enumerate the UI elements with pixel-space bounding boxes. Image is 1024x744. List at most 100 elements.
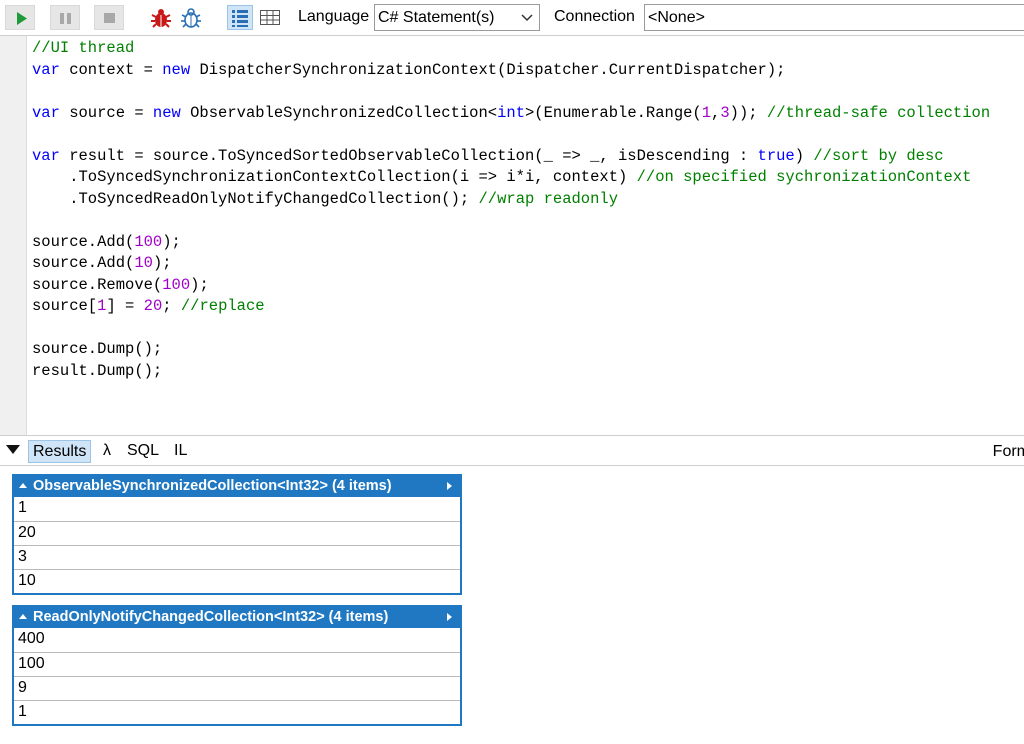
code-line[interactable]: source.Remove(100);: [32, 275, 990, 297]
code-line[interactable]: source[1] = 20; //replace: [32, 296, 990, 318]
format-menu[interactable]: Form: [993, 443, 1024, 461]
code-token: 1: [701, 103, 712, 122]
table-row: 1: [14, 700, 460, 724]
rich-text-view-icon: [232, 10, 248, 27]
code-token: int: [497, 103, 525, 122]
code-token: >(Enumerable.Range(: [525, 103, 702, 122]
code-editor[interactable]: //UI thread var context = new DispatcherS…: [0, 35, 1024, 436]
bug-red-icon: [151, 9, 171, 28]
code-token: source.Remove(: [32, 275, 163, 294]
code-token: context =: [59, 60, 163, 79]
code-line[interactable]: [32, 210, 990, 232]
code-token: );: [190, 275, 209, 294]
code-line[interactable]: //UI thread: [32, 38, 990, 60]
pause-button[interactable]: [50, 5, 80, 30]
code-line[interactable]: source.Dump();: [32, 339, 990, 361]
connection-select-value: <None>: [648, 9, 705, 26]
code-token: 3: [720, 103, 730, 122]
code-token: ;: [162, 297, 181, 315]
code-token: 100: [134, 232, 163, 251]
code-token: //on specified sychronizationContext: [636, 168, 972, 186]
toolbar: Language C# Statement(s) Connection <Non…: [0, 0, 1024, 35]
code-line[interactable]: var result = source.ToSyncedSortedObserv…: [32, 146, 990, 168]
code-token: //replace: [180, 297, 265, 315]
collection-header[interactable]: ObservableSynchronizedCollection<Int32> …: [14, 476, 460, 497]
bug-blue-icon: [181, 8, 201, 28]
expand-right-icon[interactable]: [447, 482, 452, 490]
results-output: ObservableSynchronizedCollection<Int32> …: [0, 466, 1024, 744]
table-row: 3: [14, 545, 460, 569]
language-label: Language: [298, 8, 370, 25]
collection-table: ReadOnlyNotifyChangedCollection<Int32> (…: [12, 605, 462, 726]
code-line[interactable]: source.Add(10);: [32, 253, 990, 275]
stop-icon: [104, 13, 115, 23]
code-token: //thread-safe collection: [766, 103, 991, 122]
tab-il[interactable]: IL: [170, 440, 191, 463]
debug-stepthrough-button[interactable]: [178, 5, 204, 30]
pause-icon: [60, 13, 71, 24]
code-text[interactable]: //UI thread var context = new DispatcherS…: [32, 38, 990, 382]
code-token: ): [794, 146, 814, 165]
collapse-results-icon[interactable]: [6, 445, 20, 454]
code-line[interactable]: [32, 124, 990, 146]
collapse-up-icon[interactable]: [19, 482, 27, 488]
table-row: 1: [18, 499, 27, 516]
code-line[interactable]: [32, 318, 990, 340]
table-row: 10: [14, 569, 460, 593]
code-token: source.Add(: [32, 232, 135, 251]
code-line[interactable]: source.Add(100);: [32, 232, 990, 254]
code-token: //wrap readonly: [478, 189, 619, 208]
results-tab-bar: Results λ SQL IL Form: [0, 435, 1024, 466]
grid-view-icon: [260, 10, 280, 25]
language-select[interactable]: C# Statement(s): [374, 4, 540, 31]
code-line[interactable]: [32, 81, 990, 103]
connection-select[interactable]: <None>: [644, 4, 1024, 31]
code-token: //sort by desc: [813, 146, 944, 165]
table-row: 400: [18, 630, 45, 647]
debug-break-button[interactable]: [148, 5, 174, 30]
code-token: ));: [729, 103, 767, 122]
code-token: source.Dump();: [32, 340, 163, 358]
code-line[interactable]: result.Dump();: [32, 361, 990, 383]
connection-label: Connection: [554, 8, 635, 25]
chevron-down-icon: [521, 14, 533, 22]
code-token: ] =: [106, 297, 144, 315]
code-token: 20: [143, 297, 163, 315]
code-token: result.Dump();: [32, 361, 163, 380]
code-token: .ToSyncedSynchronizationContextCollectio…: [32, 168, 637, 186]
code-token: );: [152, 254, 172, 272]
code-token: result = source.ToSyncedSortedObservable…: [59, 146, 758, 165]
code-token: true: [757, 146, 795, 165]
language-select-value: C# Statement(s): [378, 9, 495, 26]
tab-sql[interactable]: SQL: [123, 440, 163, 463]
collection-title: ReadOnlyNotifyChangedCollection<Int32> (…: [33, 609, 389, 625]
run-icon: [17, 12, 27, 25]
code-token: DispatcherSynchronizationContext(Dispatc…: [190, 60, 786, 79]
code-line[interactable]: var context = new DispatcherSynchronizat…: [32, 60, 990, 82]
rich-text-view-button[interactable]: [227, 5, 253, 30]
expand-right-icon[interactable]: [447, 613, 452, 621]
code-token: source =: [59, 103, 153, 122]
collapse-up-icon[interactable]: [19, 613, 27, 619]
table-row: 100: [14, 652, 460, 676]
code-token: 100: [162, 275, 191, 294]
tab-lambda[interactable]: λ: [99, 440, 115, 463]
editor-gutter: [0, 36, 27, 436]
table-row: 20: [14, 521, 460, 545]
collection-header[interactable]: ReadOnlyNotifyChangedCollection<Int32> (…: [14, 607, 460, 628]
run-button[interactable]: [5, 5, 35, 30]
stop-button[interactable]: [94, 5, 124, 30]
code-token: ObservableSynchronizedCollection<: [180, 103, 498, 122]
code-line[interactable]: .ToSyncedReadOnlyNotifyChangedCollection…: [32, 189, 990, 211]
code-line[interactable]: var source = new ObservableSynchronizedC…: [32, 103, 990, 125]
table-row: 9: [14, 676, 460, 700]
code-line[interactable]: .ToSyncedSynchronizationContextCollectio…: [32, 167, 990, 189]
code-token: .ToSyncedReadOnlyNotifyChangedCollection…: [32, 189, 479, 208]
code-token: new: [152, 103, 181, 122]
code-token: var: [32, 103, 60, 122]
code-token: );: [162, 232, 181, 251]
code-token: new: [162, 60, 191, 79]
grid-view-button[interactable]: [257, 5, 283, 30]
tab-results[interactable]: Results: [28, 440, 92, 463]
collection-title: ObservableSynchronizedCollection<Int32> …: [33, 478, 392, 494]
